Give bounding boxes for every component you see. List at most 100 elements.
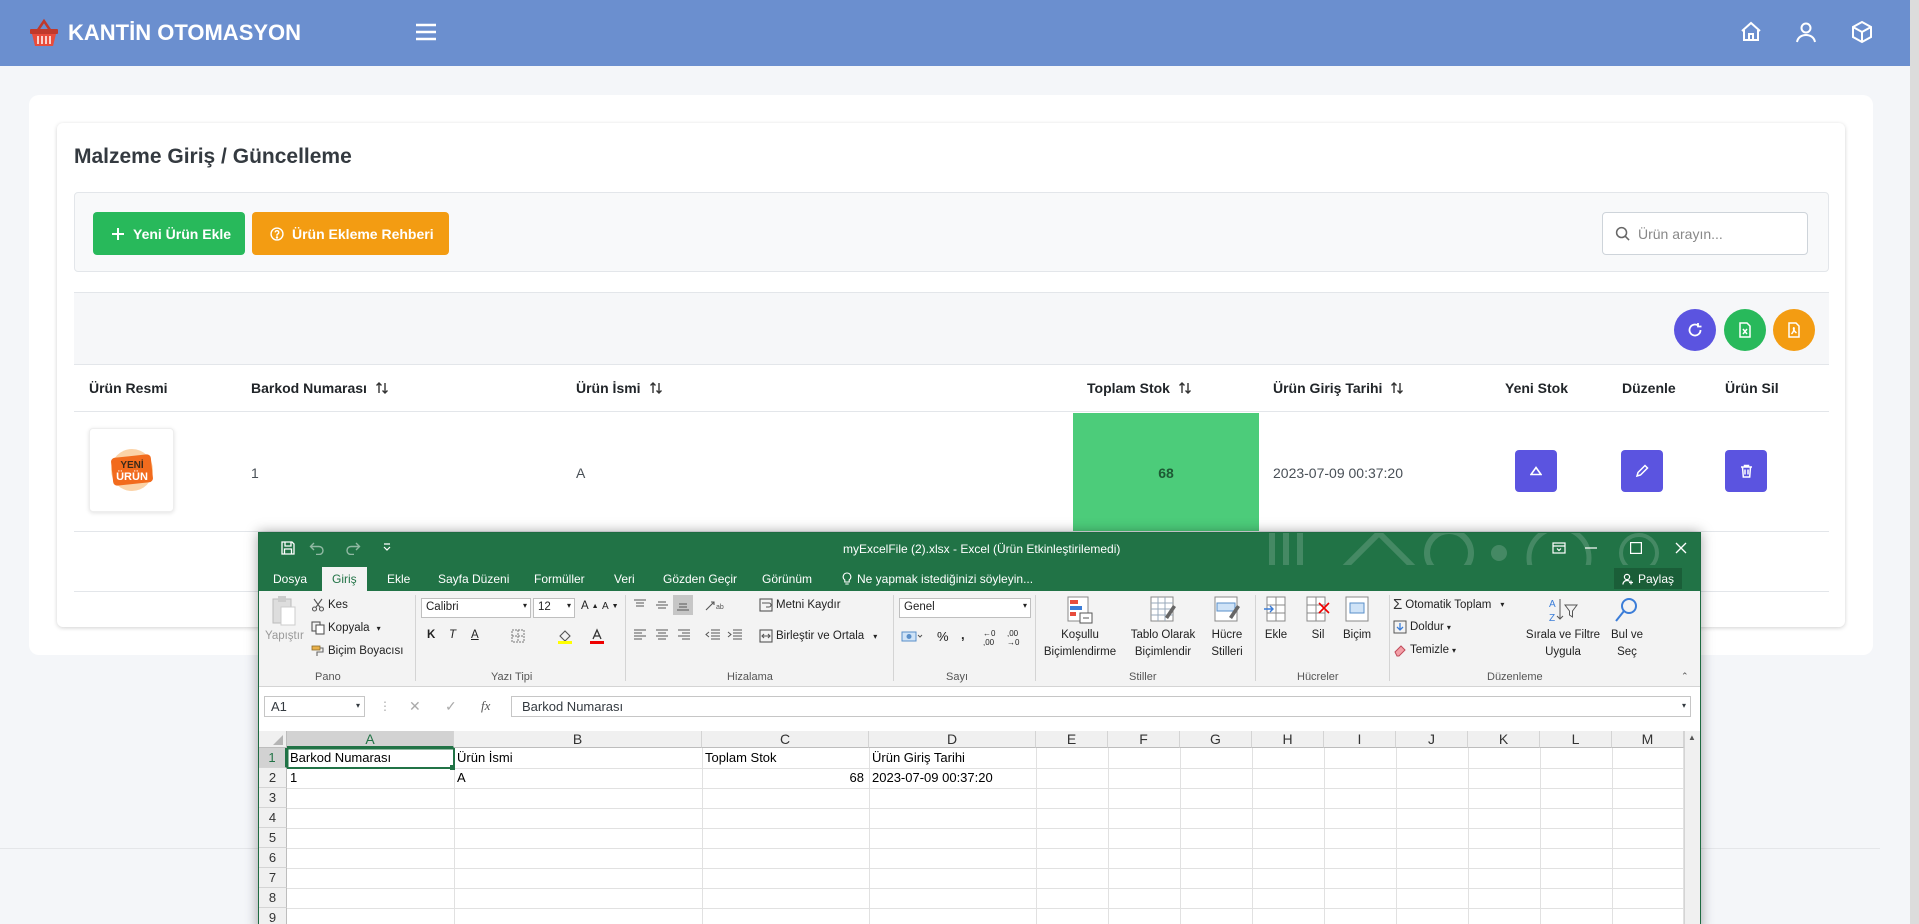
minimize-icon[interactable] <box>1585 547 1597 549</box>
cell-styles-button[interactable]: Hücre Stilleri <box>1199 595 1255 659</box>
format-cells-button[interactable]: Biçim <box>1343 595 1371 642</box>
insert-cells-button[interactable]: Ekle <box>1263 595 1289 642</box>
column-header-b[interactable]: B <box>454 731 702 748</box>
increase-decimal-icon[interactable]: ←0,00 <box>983 629 995 647</box>
tab-data[interactable]: Veri <box>614 572 635 586</box>
underline-button[interactable]: A <box>471 629 479 641</box>
brand[interactable]: KANTİN OTOMASYON <box>28 18 301 48</box>
sort-filter-button[interactable]: AZ Sırala ve Filtre Uygula <box>1523 595 1603 659</box>
column-header-m[interactable]: M <box>1612 731 1684 748</box>
product-search[interactable] <box>1602 212 1808 255</box>
column-header-l[interactable]: L <box>1540 731 1612 748</box>
row-header-5[interactable]: 5 <box>259 828 287 848</box>
delete-cells-button[interactable]: Sil <box>1305 595 1331 642</box>
ribbon-display-icon[interactable] <box>1552 542 1566 554</box>
enter-icon[interactable]: ✓ <box>445 698 457 715</box>
fill-color-icon[interactable] <box>557 628 573 644</box>
scroll-up-arrow-icon[interactable]: ▲ <box>1688 733 1696 742</box>
row-header-3[interactable]: 3 <box>259 788 287 808</box>
orientation-icon[interactable]: ab <box>705 599 727 611</box>
italic-button[interactable]: T <box>449 629 456 641</box>
find-select-button[interactable]: Bul ve Seç <box>1605 595 1649 659</box>
select-all-corner[interactable] <box>259 731 287 748</box>
align-bottom-icon[interactable] <box>673 595 693 615</box>
row-header-7[interactable]: 7 <box>259 868 287 888</box>
formula-bar[interactable]: Barkod Numarası ▾ <box>511 696 1691 717</box>
decrease-font-icon[interactable]: A ▼ <box>602 601 619 612</box>
align-middle-icon[interactable] <box>655 599 669 611</box>
excel-window[interactable]: myExcelFile (2).xlsx - Excel (Ürün Etkin… <box>258 532 1701 924</box>
decrease-indent-icon[interactable] <box>705 629 721 641</box>
font-name-select[interactable]: Calibri ▾ <box>421 598 531 618</box>
tab-page-layout[interactable]: Sayfa Düzeni <box>438 572 509 586</box>
fill-button[interactable]: Doldur ▾ <box>1393 620 1451 634</box>
name-box[interactable]: A1 ▾ <box>264 696 365 717</box>
insert-function-icon[interactable]: fx <box>481 698 490 714</box>
col-entry-date[interactable]: Ürün Giriş Tarihi <box>1273 380 1404 396</box>
tab-view[interactable]: Görünüm <box>762 572 812 586</box>
autosum-button[interactable]: Σ Otomatik Toplam ▾ <box>1393 596 1504 613</box>
maximize-icon[interactable] <box>1630 542 1642 554</box>
col-total-stock[interactable]: Toplam Stok <box>1087 380 1192 396</box>
cut-button[interactable]: Kes <box>311 598 348 612</box>
copy-button[interactable]: Kopyala ▾ <box>311 621 381 635</box>
percent-icon[interactable]: % <box>937 629 949 644</box>
delete-button[interactable] <box>1725 450 1767 492</box>
column-header-k[interactable]: K <box>1468 731 1540 748</box>
comma-style-icon[interactable]: , <box>961 627 965 642</box>
borders-icon[interactable] <box>511 629 525 643</box>
column-header-g[interactable]: G <box>1180 731 1252 748</box>
sheet-vertical-scrollbar[interactable]: ▲ <box>1684 731 1700 924</box>
format-as-table-button[interactable]: Tablo Olarak Biçimlendir <box>1125 595 1201 659</box>
currency-icon[interactable] <box>901 629 923 643</box>
undo-icon[interactable] <box>309 541 325 555</box>
tab-formulas[interactable]: Formüller <box>534 572 585 586</box>
refresh-button[interactable] <box>1674 309 1716 351</box>
row-header-2[interactable]: 2 <box>259 768 287 788</box>
format-painter-button[interactable]: Biçim Boyacısı <box>311 644 403 658</box>
increase-font-icon[interactable]: A ▲ <box>581 600 599 612</box>
column-header-a[interactable]: A <box>287 731 454 748</box>
edit-button[interactable] <box>1621 450 1663 492</box>
add-product-button[interactable]: Yeni Ürün Ekle <box>93 212 245 255</box>
cell-a2[interactable]: 1 <box>287 768 453 788</box>
row-header-6[interactable]: 6 <box>259 848 287 868</box>
column-header-i[interactable]: I <box>1324 731 1396 748</box>
font-color-icon[interactable] <box>589 628 605 644</box>
page-scrollbar[interactable] <box>1910 0 1919 924</box>
column-header-e[interactable]: E <box>1036 731 1108 748</box>
row-header-9[interactable]: 9 <box>259 908 287 924</box>
cell-c1[interactable]: Toplam Stok <box>702 748 868 768</box>
close-icon[interactable] <box>1675 542 1687 554</box>
tab-home[interactable]: Giriş <box>322 567 367 591</box>
cell-a1[interactable]: Barkod Numarası <box>287 748 453 768</box>
cube-icon[interactable] <box>1850 20 1874 44</box>
export-excel-button[interactable] <box>1724 309 1766 351</box>
cell-d1[interactable]: Ürün Giriş Tarihi <box>869 748 1035 768</box>
row-header-4[interactable]: 4 <box>259 808 287 828</box>
add-stock-button[interactable] <box>1515 450 1557 492</box>
increase-indent-icon[interactable] <box>727 629 743 641</box>
wrap-text-button[interactable]: Metni Kaydır <box>759 598 841 612</box>
col-product-name[interactable]: Ürün İsmi <box>576 380 663 396</box>
column-header-h[interactable]: H <box>1252 731 1324 748</box>
col-barcode[interactable]: Barkod Numarası <box>251 380 389 396</box>
decrease-decimal-icon[interactable]: ,00 →0 <box>1007 629 1019 647</box>
cell-c2[interactable]: 68 <box>702 768 867 788</box>
align-center-icon[interactable] <box>655 629 669 641</box>
align-top-icon[interactable] <box>633 599 647 611</box>
clear-button[interactable]: Temizle ▾ <box>1393 643 1456 657</box>
cancel-icon[interactable]: ✕ <box>409 698 421 715</box>
conditional-formatting-button[interactable]: Koşullu Biçimlendirme <box>1037 595 1123 659</box>
tab-insert[interactable]: Ekle <box>387 572 410 586</box>
menu-toggle-icon[interactable] <box>414 20 438 44</box>
redo-icon[interactable] <box>345 541 361 555</box>
column-header-f[interactable]: F <box>1108 731 1180 748</box>
row-header-1[interactable]: 1 <box>259 748 287 768</box>
export-pdf-button[interactable] <box>1773 309 1815 351</box>
column-header-d[interactable]: D <box>869 731 1036 748</box>
align-left-icon[interactable] <box>633 629 647 641</box>
quick-access-dropdown-icon[interactable] <box>383 542 391 552</box>
share-button[interactable]: Paylaş <box>1613 568 1682 589</box>
worksheet-grid[interactable]: A B C D E F G H I J K L M 1 2 3 4 5 6 7 … <box>259 731 1700 924</box>
